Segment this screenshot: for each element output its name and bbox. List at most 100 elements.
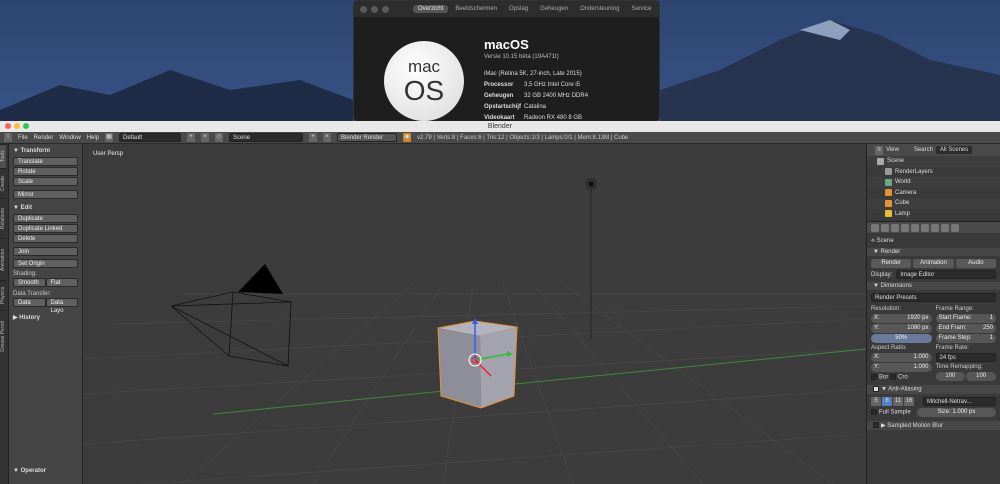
render-tab-icon[interactable] bbox=[871, 223, 879, 232]
scene-close-icon[interactable]: × bbox=[323, 133, 332, 142]
operator-panel-header[interactable]: ▼ Operator bbox=[13, 468, 46, 474]
frame-step-field[interactable]: Frame Step: 1 bbox=[935, 334, 996, 343]
object-tab-icon[interactable] bbox=[911, 223, 919, 232]
zoom-button[interactable] bbox=[23, 123, 29, 129]
layers-tab-icon[interactable] bbox=[881, 223, 889, 232]
render-presets-select[interactable]: Render Presets bbox=[871, 293, 996, 302]
transform-panel-header[interactable]: ▼ Transform bbox=[13, 148, 78, 154]
scene-icon[interactable]: ◇ bbox=[215, 133, 224, 142]
duplicate-linked-button[interactable]: Duplicate Linked bbox=[13, 224, 78, 233]
frame-rate-select[interactable]: 24 fps bbox=[935, 353, 996, 362]
modifiers-tab-icon[interactable] bbox=[931, 223, 939, 232]
menu-file[interactable]: File bbox=[18, 135, 28, 141]
display-select[interactable]: Image Editor bbox=[896, 270, 996, 279]
render-button[interactable]: Render bbox=[871, 259, 912, 268]
dimensions-panel-header[interactable]: ▼ Dimensions bbox=[867, 282, 1000, 290]
aa-samples-5[interactable]: 5 bbox=[871, 396, 881, 406]
delete-button[interactable]: Delete bbox=[13, 234, 78, 243]
close-dot[interactable] bbox=[360, 5, 367, 13]
zoom-dot[interactable] bbox=[382, 5, 389, 13]
menu-window[interactable]: Window bbox=[59, 135, 80, 141]
material-tab-icon[interactable] bbox=[951, 223, 959, 232]
motion-blur-panel-header[interactable]: ▶ Sampled Motion Blur bbox=[867, 420, 1000, 430]
res-percentage-slider[interactable]: 50% bbox=[871, 334, 932, 343]
history-panel-header[interactable]: ▶ History bbox=[13, 314, 78, 321]
translate-button[interactable]: Translate bbox=[13, 157, 78, 166]
tab-relations[interactable]: Relations bbox=[0, 198, 6, 238]
tab-physics[interactable]: Physics bbox=[0, 280, 6, 310]
tab-opslag[interactable]: Opslag bbox=[504, 5, 533, 13]
layout-field[interactable]: Default bbox=[119, 133, 182, 142]
render-engine-select[interactable]: Blender Render bbox=[337, 133, 398, 142]
start-frame-field[interactable]: Start Frame: 1 bbox=[935, 314, 996, 323]
edit-panel-header[interactable]: ▼ Edit bbox=[13, 205, 78, 211]
tab-animation[interactable]: Animation bbox=[0, 238, 6, 280]
outliner-all-scenes-select[interactable]: All Scenes bbox=[935, 146, 973, 154]
outliner-item-renderlayers[interactable]: RenderLayers bbox=[867, 167, 1000, 178]
layout-close-icon[interactable]: × bbox=[201, 133, 210, 142]
motion-blur-checkbox[interactable] bbox=[873, 422, 879, 428]
tab-grease-pencil[interactable]: Grease Pencil bbox=[0, 310, 6, 362]
tab-beeldschermen[interactable]: Beeldschermen bbox=[450, 5, 502, 13]
menu-help[interactable]: Help bbox=[87, 135, 99, 141]
minimize-dot[interactable] bbox=[371, 5, 378, 13]
tab-tools[interactable]: Tools bbox=[0, 144, 6, 168]
3d-viewport[interactable]: User Persp bbox=[83, 144, 866, 484]
scene-tab-icon[interactable] bbox=[891, 223, 899, 232]
smooth-button[interactable]: Smooth bbox=[13, 278, 46, 287]
cube-object[interactable] bbox=[437, 320, 518, 409]
data-button[interactable]: Data bbox=[13, 298, 46, 307]
world-tab-icon[interactable] bbox=[901, 223, 909, 232]
anti-aliasing-panel-header[interactable]: ▼ Anti-Aliasing bbox=[867, 385, 1000, 394]
outliner-item-lamp[interactable]: Lamp bbox=[867, 209, 1000, 220]
outliner-item-world[interactable]: World bbox=[867, 177, 1000, 188]
full-sample-checkbox[interactable] bbox=[871, 409, 877, 416]
remap-new-field[interactable]: 100 bbox=[966, 372, 996, 381]
animation-button[interactable]: Animation bbox=[913, 259, 954, 268]
layout-add-icon[interactable]: + bbox=[187, 133, 196, 142]
outliner-view-menu[interactable]: View bbox=[886, 147, 899, 153]
editor-type-icon[interactable]: i bbox=[4, 133, 12, 142]
border-checkbox[interactable] bbox=[871, 374, 877, 380]
crop-checkbox[interactable] bbox=[890, 374, 897, 380]
mirror-button[interactable]: Mirror bbox=[13, 190, 78, 199]
scene-field[interactable]: Scene bbox=[229, 133, 304, 142]
data-layout-button[interactable]: Data Layo bbox=[45, 298, 78, 314]
aa-samples-11[interactable]: 11 bbox=[893, 396, 903, 406]
outliner-item-cube[interactable]: Cube bbox=[867, 198, 1000, 209]
camera-object[interactable] bbox=[170, 264, 292, 367]
outliner-item-scene[interactable]: Scene bbox=[867, 156, 1000, 167]
aspect-y-field[interactable]: Y: 1.000 bbox=[871, 363, 932, 372]
res-y-field[interactable]: Y: 1080 px bbox=[871, 324, 932, 333]
lamp-object[interactable] bbox=[585, 178, 597, 339]
menu-render[interactable]: Render bbox=[34, 135, 54, 141]
layout-icon[interactable]: ▦ bbox=[105, 133, 114, 142]
aa-checkbox[interactable] bbox=[873, 386, 879, 392]
scale-button[interactable]: Scale bbox=[13, 177, 78, 186]
data-tab-icon[interactable] bbox=[941, 223, 949, 232]
outliner-editor-icon[interactable]: ≡ bbox=[875, 145, 883, 155]
close-button[interactable] bbox=[5, 123, 11, 129]
remap-old-field[interactable]: 100 bbox=[935, 372, 966, 381]
rotate-button[interactable]: Rotate bbox=[13, 167, 78, 176]
filter-size-field[interactable]: Size: 1.000 px bbox=[916, 407, 996, 417]
join-button[interactable]: Join bbox=[13, 247, 78, 256]
aa-samples-16[interactable]: 16 bbox=[904, 396, 914, 406]
end-frame-field[interactable]: End Fram: 250 bbox=[935, 324, 996, 333]
aspect-x-field[interactable]: X: 1.000 bbox=[871, 353, 932, 362]
constraints-tab-icon[interactable] bbox=[921, 223, 929, 232]
render-panel-header[interactable]: ▼ Render bbox=[867, 248, 1000, 256]
audio-button[interactable]: Audio bbox=[955, 259, 996, 268]
duplicate-button[interactable]: Duplicate bbox=[13, 214, 78, 223]
full-sample-toggle[interactable]: Full Sample bbox=[871, 409, 911, 416]
aa-filter-select[interactable]: Mitchell-Netrav... bbox=[923, 396, 996, 406]
tab-geheugen[interactable]: Geheugen bbox=[535, 5, 573, 13]
tab-service[interactable]: Service bbox=[626, 5, 656, 13]
aa-samples-8[interactable]: 8 bbox=[882, 396, 892, 406]
tab-overzicht[interactable]: Overzicht bbox=[413, 5, 449, 13]
set-origin-select[interactable]: Set Origin bbox=[13, 259, 78, 268]
minimize-button[interactable] bbox=[14, 123, 20, 129]
flat-button[interactable]: Flat bbox=[45, 278, 78, 287]
tab-create[interactable]: Create bbox=[0, 168, 6, 198]
res-x-field[interactable]: X: 1920 px bbox=[871, 314, 932, 323]
